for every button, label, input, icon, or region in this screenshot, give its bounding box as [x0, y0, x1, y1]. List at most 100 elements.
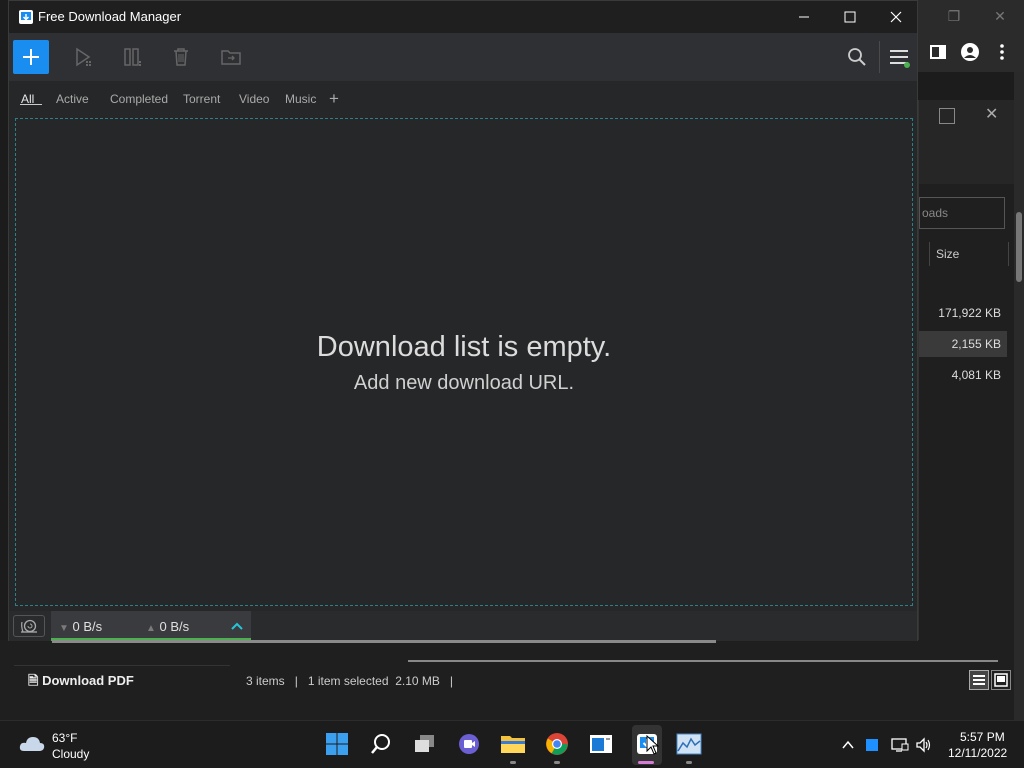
chevron-up-icon[interactable] [229, 618, 245, 634]
bg-scroll-thumb[interactable] [1016, 212, 1022, 282]
taskbar-search-button[interactable] [366, 729, 396, 759]
bg-vertical-scrollbar[interactable] [1014, 72, 1024, 720]
pause-all-button[interactable] [121, 45, 145, 69]
task-view-button[interactable] [410, 729, 440, 759]
empty-list-title: Download list is empty. [316, 331, 612, 363]
speed-indicator[interactable]: ▼ 0 B/s ▲ 0 B/s [51, 611, 251, 641]
download-filter-tabs: All Active Completed Torrent Video Music… [9, 81, 917, 115]
items-count: 3 items [246, 674, 285, 688]
mouse-cursor-icon [646, 735, 660, 755]
search-button[interactable] [845, 45, 869, 69]
minimize-icon [799, 16, 809, 18]
volume-button[interactable] [914, 735, 934, 755]
taskbar-search-icon [371, 734, 390, 754]
fdm-toolbar [9, 33, 917, 81]
pause-icon [124, 48, 141, 66]
chevron-up-tray-icon [842, 740, 854, 749]
tiles-view-icon[interactable] [991, 670, 1011, 690]
chat-icon [459, 734, 479, 754]
bg-search-input[interactable]: oads [919, 197, 1005, 229]
bg-close-icon[interactable]: ✕ [990, 6, 1010, 26]
maximize-button[interactable] [827, 1, 873, 33]
tray-app-button[interactable] [862, 735, 882, 755]
hamburger-menu-icon [890, 50, 910, 68]
play-icon [76, 47, 91, 67]
weather-condition[interactable]: Cloudy [52, 747, 89, 761]
minimize-button[interactable] [781, 1, 827, 33]
tab-active[interactable]: Active [56, 92, 89, 106]
fdm-horizontal-scrollbar[interactable] [52, 640, 716, 643]
monitor-graph-icon [676, 733, 702, 755]
tab-music[interactable]: Music [285, 92, 316, 106]
toolbar-separator [879, 41, 880, 73]
tab-torrent[interactable]: Torrent [183, 92, 220, 106]
file-size-cell[interactable]: 171,922 KB [919, 300, 1007, 326]
folder-move-icon [221, 50, 241, 65]
fdm-window: Free Download Manager All Active Complet… [8, 0, 918, 641]
close-icon [890, 11, 902, 23]
file-explorer-button[interactable] [498, 729, 528, 759]
teams-chat-button[interactable] [454, 729, 484, 759]
clock-date[interactable]: 12/11/2022 [948, 746, 1007, 760]
add-tab-plus-icon[interactable]: + [329, 89, 339, 109]
download-arrow-icon: ▼ [59, 623, 69, 634]
plus-icon [23, 49, 39, 65]
windows-logo-icon [326, 733, 348, 755]
upload-arrow-icon: ▲ [146, 623, 156, 634]
move-to-folder-button[interactable] [219, 45, 243, 69]
download-pdf-item[interactable]: 🗎 Download PDF [28, 672, 134, 694]
weather-temperature[interactable]: 63°F [52, 731, 77, 745]
add-download-button[interactable] [13, 40, 49, 74]
chrome-icon [546, 733, 568, 755]
sidebar-toggle-icon[interactable] [928, 42, 948, 62]
cloudy-weather-icon[interactable] [18, 733, 46, 753]
bg-maximize-icon[interactable] [939, 108, 955, 124]
more-vertical-icon[interactable] [992, 42, 1012, 62]
fdm-active-indicator [638, 761, 654, 764]
bg-explorer-close-icon[interactable]: ✕ [985, 104, 998, 124]
blue-square-tray-icon [866, 739, 878, 751]
upload-speed: ▲ 0 B/s [146, 619, 189, 634]
taskbar: 63°F Cloudy 5:57 PM 12/11/2022 [0, 720, 1024, 768]
size-column-header[interactable]: Size [929, 242, 1009, 266]
file-size-cell[interactable]: 4,081 KB [919, 362, 1007, 388]
main-menu-button[interactable] [887, 45, 911, 69]
clock-time[interactable]: 5:57 PM [960, 730, 1005, 744]
search-icon [848, 48, 866, 66]
file-size-cell-selected[interactable]: 2,155 KB [919, 331, 1007, 357]
trash-icon [174, 48, 188, 66]
tab-video[interactable]: Video [239, 92, 269, 106]
close-button[interactable] [873, 1, 919, 33]
download-speed: ▼ 0 B/s [59, 619, 102, 634]
bg-explorer-panel: ✕ oads Size 171,922 KB 2,155 KB 4,081 KB [918, 100, 1024, 720]
start-button[interactable] [322, 729, 352, 759]
delete-button[interactable] [169, 45, 193, 69]
profile-icon[interactable] [960, 42, 980, 62]
details-view-icon[interactable] [969, 670, 989, 690]
empty-list-subtitle[interactable]: Add new download URL. [16, 372, 912, 395]
bg-window-titlebar: ❐ ✕ [918, 0, 1024, 32]
download-pdf-label: Download PDF [42, 673, 134, 688]
explorer-status-bar: 3 items | 1 item selected 2.10 MB | [246, 674, 454, 688]
show-hidden-icons-button[interactable] [838, 735, 858, 755]
window-title: Free Download Manager [38, 9, 182, 24]
network-button[interactable] [890, 735, 910, 755]
folder-icon [501, 736, 525, 753]
start-all-button[interactable] [71, 45, 95, 69]
upload-speed-value: 0 B/s [159, 619, 190, 634]
speed-limit-button[interactable] [13, 615, 45, 637]
notepad-app-button[interactable] [586, 729, 616, 759]
monitor-running-indicator [686, 761, 692, 764]
fdm-status-bar: ▼ 0 B/s ▲ 0 B/s [9, 611, 917, 641]
chrome-button[interactable] [542, 729, 572, 759]
fdm-titlebar: Free Download Manager [9, 1, 917, 33]
pdf-file-icon: 🗎 [28, 673, 43, 688]
bg-window-toolbar [918, 32, 1024, 72]
explorer-horizontal-scrollbar[interactable] [408, 660, 998, 662]
download-list-drop-area[interactable]: Download list is empty. Add new download… [15, 118, 913, 606]
window-app-icon [590, 735, 612, 753]
tab-completed[interactable]: Completed [110, 92, 168, 106]
bg-restore-icon[interactable]: ❐ [944, 6, 964, 26]
speaker-icon [916, 737, 931, 753]
resource-monitor-button[interactable] [674, 729, 704, 759]
